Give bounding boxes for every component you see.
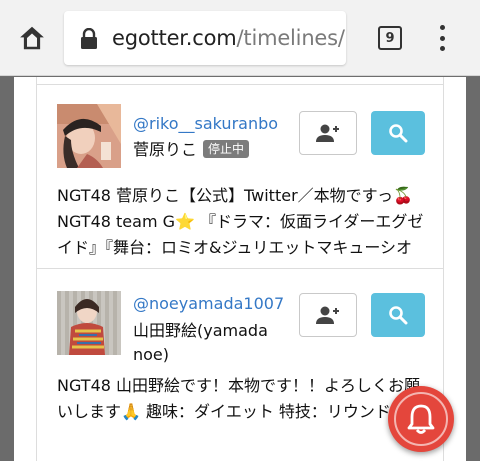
browser-toolbar: egotter.com/timelines/I 9 bbox=[0, 0, 480, 76]
user-card: @noeyamada1007 山田野絵(yamada noe) NGT48 山田… bbox=[36, 268, 444, 461]
search-button[interactable] bbox=[371, 111, 425, 155]
user-name-text: 菅原りこ bbox=[133, 140, 198, 159]
lock-icon bbox=[81, 28, 97, 49]
avatar[interactable] bbox=[57, 104, 121, 168]
person-add-icon bbox=[316, 306, 339, 324]
search-icon bbox=[389, 306, 408, 325]
person-add-icon bbox=[316, 124, 339, 142]
bell-icon bbox=[407, 404, 435, 434]
more-vert-icon[interactable] bbox=[430, 22, 454, 54]
user-bio: NGT48 山田野絵です！本物です！！よろしくお願いします🙏 趣味：ダイエット … bbox=[57, 376, 421, 421]
home-button[interactable] bbox=[14, 20, 50, 56]
follow-button[interactable] bbox=[299, 293, 357, 337]
user-handle[interactable]: @riko__sakuranbo bbox=[133, 113, 278, 135]
address-bar[interactable]: egotter.com/timelines/I bbox=[64, 11, 346, 65]
user-name: 菅原りこ 停止中 bbox=[133, 139, 250, 161]
home-icon bbox=[20, 26, 44, 50]
user-name: 山田野絵(yamada noe) bbox=[133, 321, 268, 364]
tab-switcher-button[interactable]: 9 bbox=[378, 26, 402, 50]
user-card: @riko__sakuranbo 菅原りこ 停止中 NGT48 菅原りこ【公式】T… bbox=[36, 84, 444, 270]
user-bio: NGT48 菅原りこ【公式】Twitter／本物ですっ🍒NGT48 team G… bbox=[57, 186, 424, 257]
avatar[interactable] bbox=[57, 291, 121, 355]
follow-button[interactable] bbox=[299, 111, 357, 155]
url-text: egotter.com/timelines/I bbox=[112, 23, 346, 53]
notification-button[interactable] bbox=[388, 386, 454, 452]
url-domain: egotter.com bbox=[112, 26, 237, 50]
status-badge: 停止中 bbox=[203, 140, 250, 158]
user-handle[interactable]: @noeyamada1007 bbox=[133, 293, 284, 315]
search-button[interactable] bbox=[371, 293, 425, 337]
url-path: /timelines/I bbox=[236, 26, 346, 50]
search-icon bbox=[389, 124, 408, 143]
